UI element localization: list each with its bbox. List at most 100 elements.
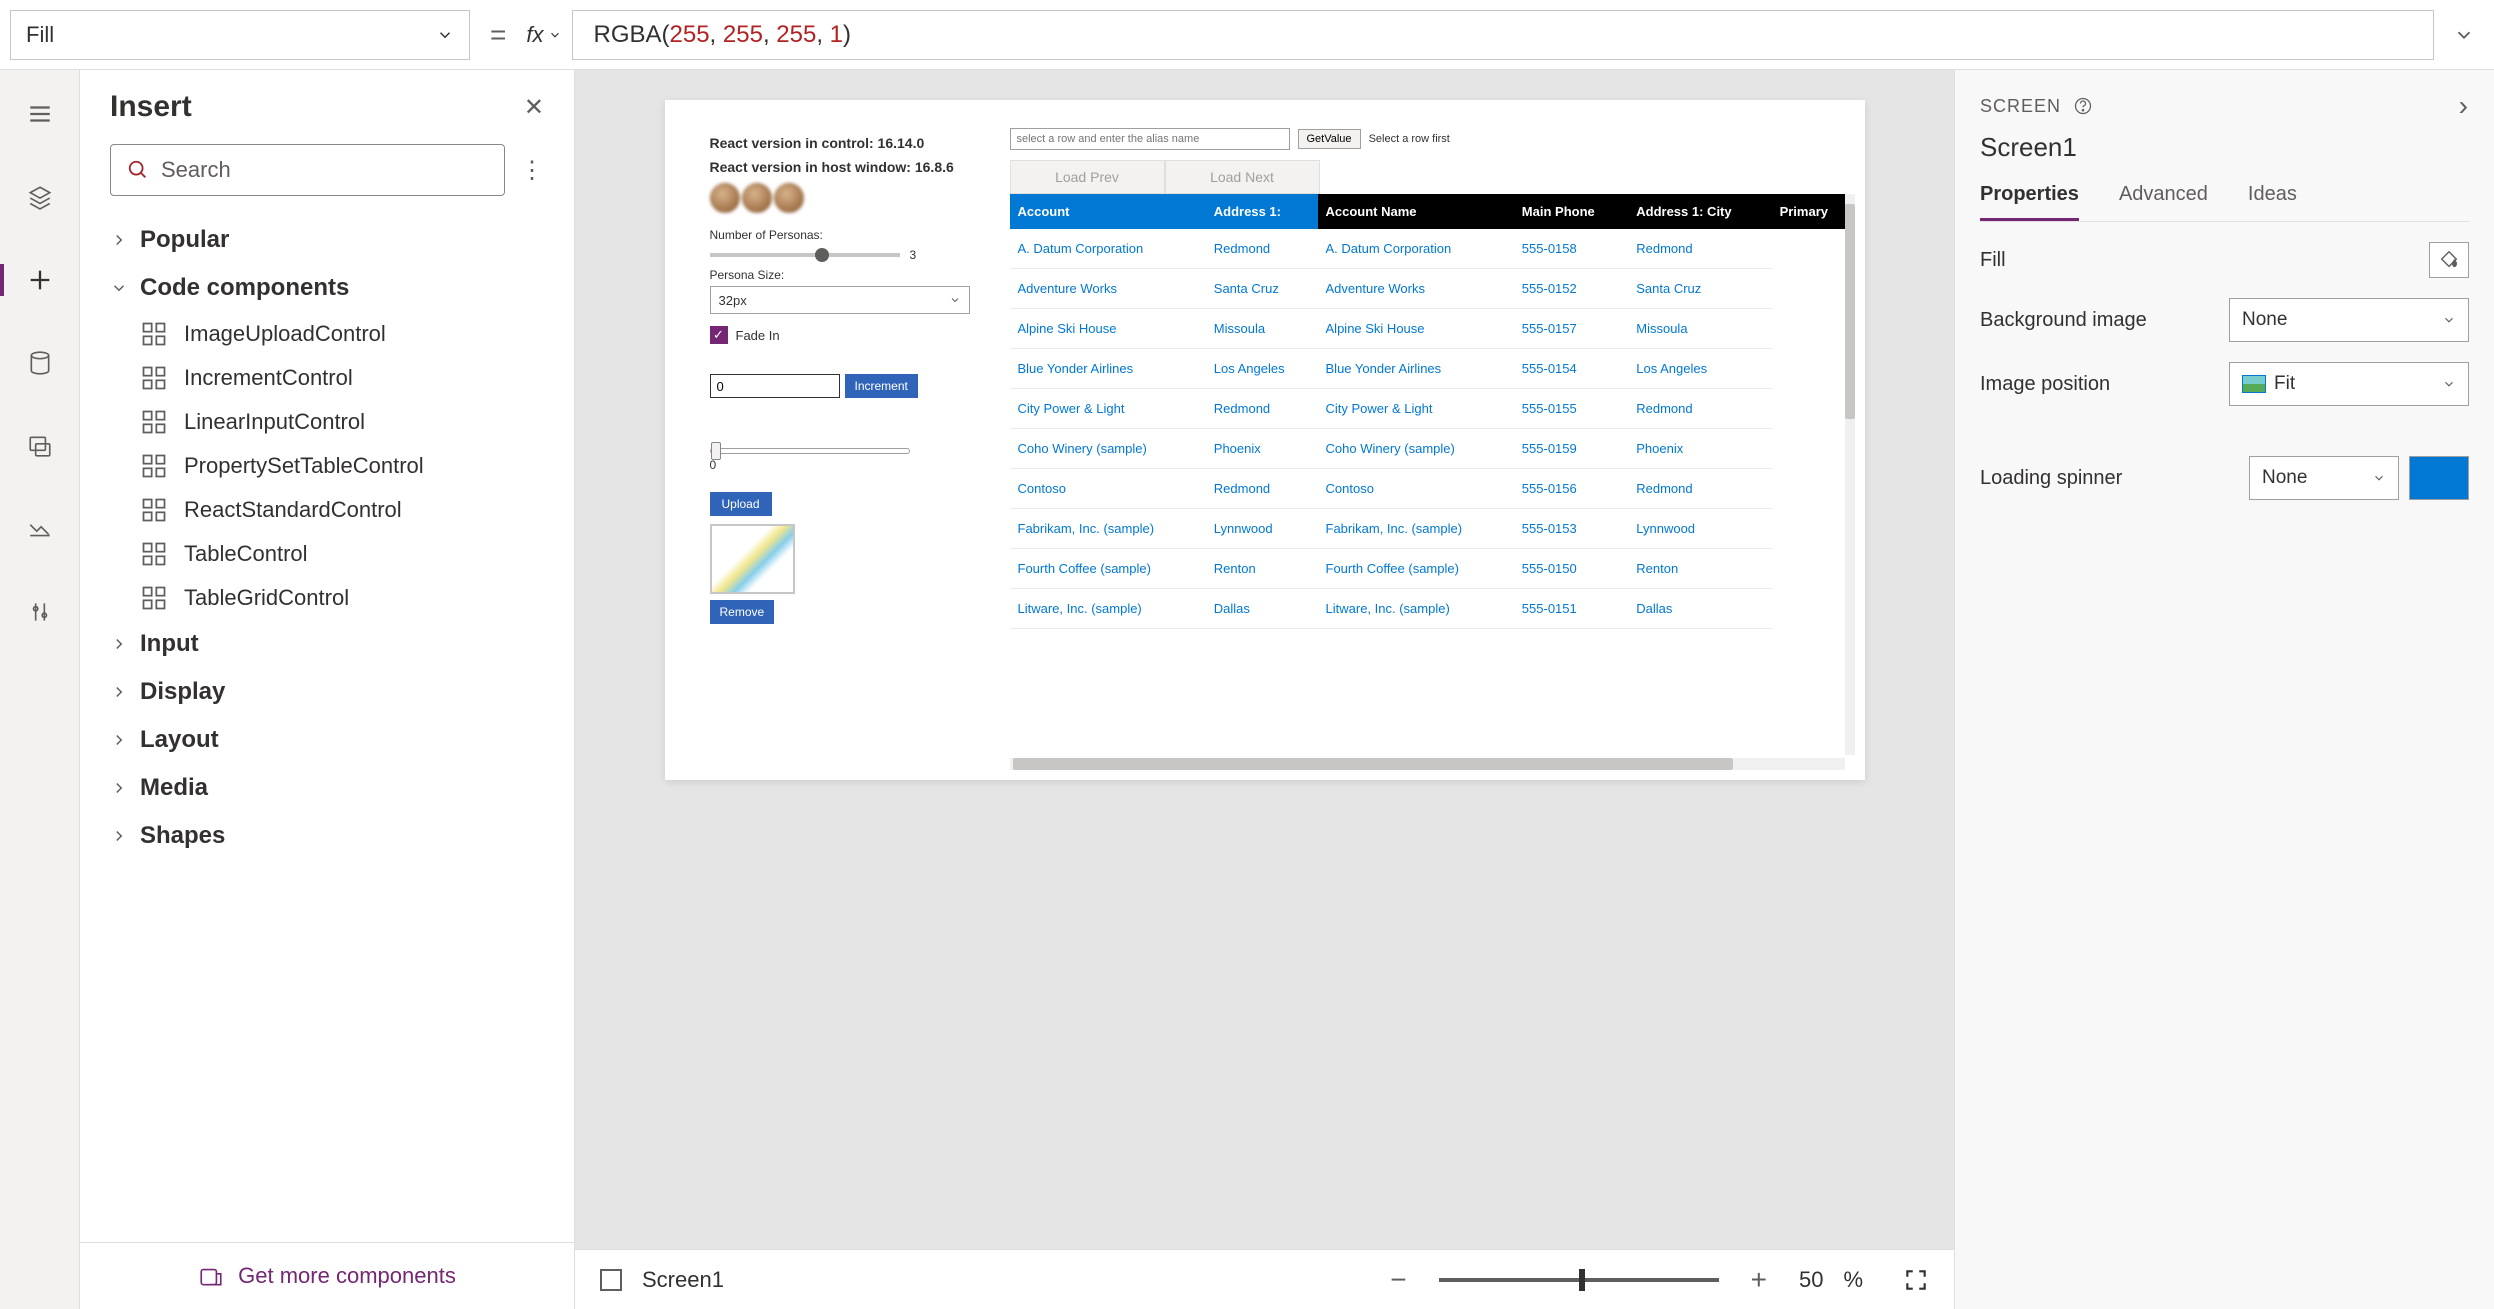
expand-formula-button[interactable] [2444,24,2484,46]
table-row[interactable]: Fabrikam, Inc. (sample)LynnwoodFabrikam,… [1010,509,1855,549]
component-ImageUploadControl[interactable]: ImageUploadControl [95,312,559,356]
increment-input[interactable] [710,374,840,398]
table-cell[interactable]: Fabrikam, Inc. (sample) [1010,509,1206,549]
zoom-slider[interactable] [1439,1278,1719,1282]
tab-ideas[interactable]: Ideas [2248,183,2297,221]
rail-media[interactable] [16,422,64,470]
group-input[interactable]: Input [95,620,559,668]
table-cell[interactable]: City Power & Light [1010,389,1206,429]
image-position-select[interactable]: Fit [2229,362,2469,406]
component-PropertySetTableControl[interactable]: PropertySetTableControl [95,444,559,488]
table-row[interactable]: City Power & LightRedmondCity Power & Li… [1010,389,1855,429]
table-cell[interactable]: Litware, Inc. (sample) [1010,589,1206,629]
rail-flows[interactable] [16,505,64,553]
component-IncrementControl[interactable]: IncrementControl [95,356,559,400]
grid-horizontal-scrollbar[interactable] [1010,758,1845,770]
load-prev-button[interactable]: Load Prev [1010,160,1165,194]
bg-image-select[interactable]: None [2229,298,2469,342]
rail-hamburger[interactable] [16,90,64,138]
screen-checkbox[interactable] [600,1269,622,1291]
column-header[interactable]: Address 1: [1206,194,1318,229]
rail-data[interactable] [16,339,64,387]
table-cell[interactable]: Fourth Coffee (sample) [1010,549,1206,589]
table-cell[interactable]: Redmond [1206,469,1318,509]
table-cell[interactable]: Blue Yonder Airlines [1318,349,1514,389]
tab-advanced[interactable]: Advanced [2119,183,2208,221]
table-cell[interactable]: 555-0158 [1514,229,1628,269]
table-cell[interactable]: Dallas [1206,589,1318,629]
table-row[interactable]: Blue Yonder AirlinesLos AngelesBlue Yond… [1010,349,1855,389]
table-cell[interactable]: 555-0153 [1514,509,1628,549]
column-header[interactable]: Account Name [1318,194,1514,229]
table-cell[interactable]: Phoenix [1628,429,1771,469]
table-cell[interactable]: 555-0155 [1514,389,1628,429]
table-cell[interactable]: Adventure Works [1010,269,1206,309]
increment-button[interactable]: Increment [845,374,918,398]
persona-size-combo[interactable]: 32px [710,286,970,314]
column-header[interactable]: Account [1010,194,1206,229]
upload-button[interactable]: Upload [710,492,772,516]
remove-button[interactable]: Remove [710,600,775,624]
spinner-color-swatch[interactable] [2409,456,2469,500]
table-cell[interactable]: Coho Winery (sample) [1010,429,1206,469]
table-row[interactable]: Alpine Ski HouseMissoulaAlpine Ski House… [1010,309,1855,349]
table-cell[interactable]: Redmond [1206,229,1318,269]
component-LinearInputControl[interactable]: LinearInputControl [95,400,559,444]
table-cell[interactable]: A. Datum Corporation [1010,229,1206,269]
formula-input[interactable]: RGBA(255, 255, 255, 1) [572,10,2434,60]
personas-slider[interactable] [710,253,900,257]
data-grid[interactable]: AccountAddress 1:Account NameMain PhoneA… [1010,194,1855,629]
zoom-in-button[interactable]: + [1739,1264,1779,1296]
canvas-viewport[interactable]: React version in control: 16.14.0 React … [575,70,1954,1249]
table-cell[interactable]: Lynnwood [1206,509,1318,549]
tab-properties[interactable]: Properties [1980,183,2079,221]
rail-tools[interactable] [16,588,64,636]
fx-label[interactable]: fx [526,22,562,48]
table-cell[interactable]: Santa Cruz [1206,269,1318,309]
group-display[interactable]: Display [95,668,559,716]
table-cell[interactable]: 555-0154 [1514,349,1628,389]
table-cell[interactable]: Redmond [1628,469,1771,509]
table-cell[interactable]: Los Angeles [1206,349,1318,389]
table-cell[interactable]: Coho Winery (sample) [1318,429,1514,469]
table-cell[interactable]: Redmond [1206,389,1318,429]
table-cell[interactable]: Fourth Coffee (sample) [1318,549,1514,589]
table-cell[interactable]: Lynnwood [1628,509,1771,549]
group-popular[interactable]: Popular [95,216,559,264]
table-cell[interactable]: Contoso [1318,469,1514,509]
table-cell[interactable]: Missoula [1206,309,1318,349]
grid-vertical-scrollbar[interactable] [1845,194,1855,755]
table-cell[interactable]: Missoula [1628,309,1771,349]
table-cell[interactable]: Blue Yonder Airlines [1010,349,1206,389]
rail-tree-view[interactable] [16,173,64,221]
property-selector[interactable]: Fill [10,10,470,60]
table-cell[interactable]: Renton [1206,549,1318,589]
group-media[interactable]: Media [95,764,559,812]
table-row[interactable]: Litware, Inc. (sample)DallasLitware, Inc… [1010,589,1855,629]
column-header[interactable]: Address 1: City [1628,194,1771,229]
table-cell[interactable]: Renton [1628,549,1771,589]
table-cell[interactable]: Dallas [1628,589,1771,629]
table-cell[interactable]: Alpine Ski House [1318,309,1514,349]
table-cell[interactable]: 555-0150 [1514,549,1628,589]
get-more-components[interactable]: Get more components [80,1242,574,1309]
group-layout[interactable]: Layout [95,716,559,764]
table-cell[interactable]: Alpine Ski House [1010,309,1206,349]
close-pane-button[interactable]: ✕ [524,93,544,122]
load-next-button[interactable]: Load Next [1165,160,1320,194]
rail-insert[interactable] [16,256,64,304]
table-cell[interactable]: 555-0151 [1514,589,1628,629]
collapse-props-button[interactable]: › [2459,90,2469,122]
table-cell[interactable]: Fabrikam, Inc. (sample) [1318,509,1514,549]
table-cell[interactable]: Adventure Works [1318,269,1514,309]
table-cell[interactable]: 555-0159 [1514,429,1628,469]
table-row[interactable]: Adventure WorksSanta CruzAdventure Works… [1010,269,1855,309]
group-code-components[interactable]: Code components [95,264,559,312]
table-cell[interactable]: Los Angeles [1628,349,1771,389]
group-shapes[interactable]: Shapes [95,812,559,860]
screen-canvas[interactable]: React version in control: 16.14.0 React … [665,100,1865,780]
search-input[interactable]: Search [110,144,505,196]
component-ReactStandardControl[interactable]: ReactStandardControl [95,488,559,532]
table-cell[interactable]: Redmond [1628,229,1771,269]
table-cell[interactable]: 555-0156 [1514,469,1628,509]
